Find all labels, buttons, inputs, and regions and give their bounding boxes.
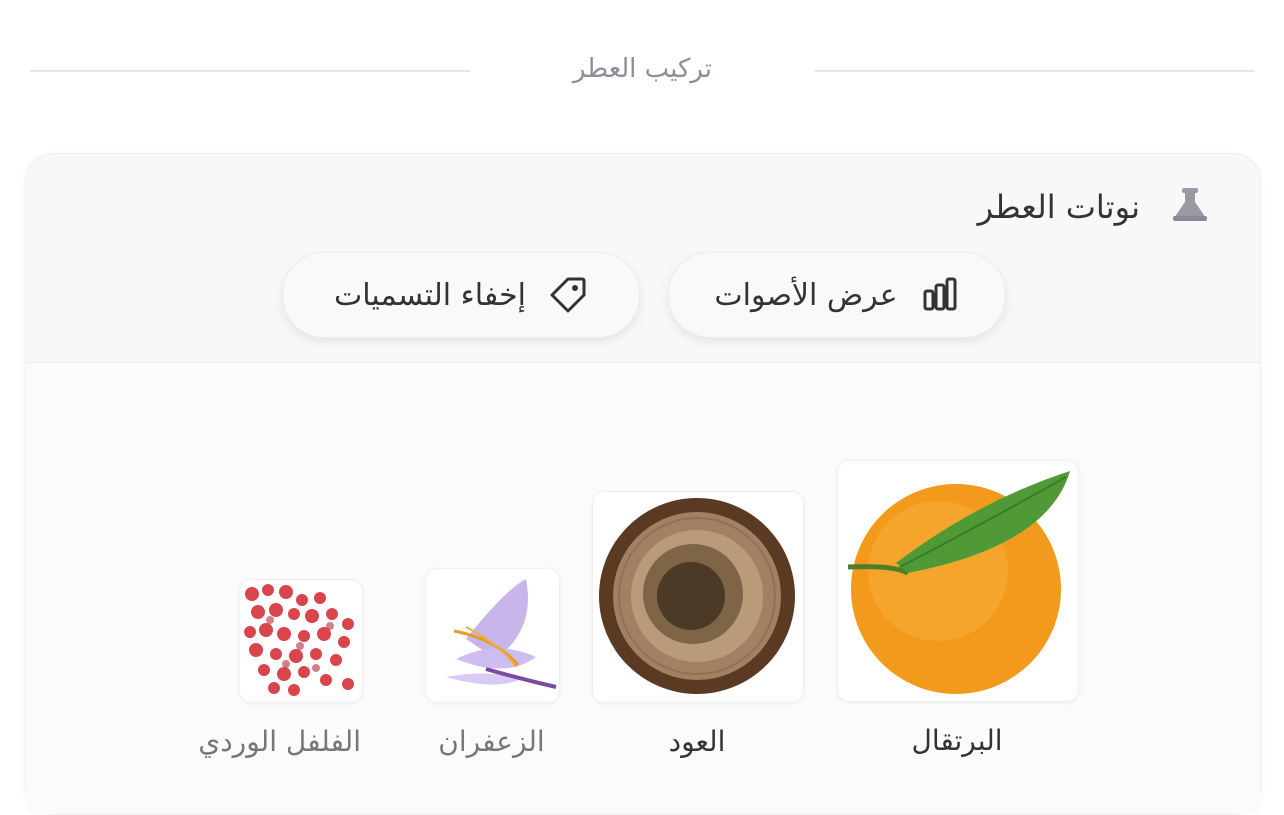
note-item-saffron[interactable]: الزعفران: [425, 568, 560, 758]
notes-card: نوتات العطر عرض الأصوات إخفاء التسميات ا…: [25, 153, 1261, 815]
show-votes-label: عرض الأصوات: [714, 277, 898, 313]
section-header: تركيب العطر: [0, 44, 1284, 98]
notes-list: البرتقال العود الزعفران الفلفل الوردي: [26, 363, 1260, 814]
orange-image: [837, 460, 1079, 702]
header-divider-right: [815, 70, 1255, 72]
hide-labels-label: إخفاء التسميات: [334, 277, 526, 313]
bar-chart-icon: [923, 277, 957, 311]
tag-icon: [550, 277, 586, 313]
oud-wood-image: [592, 491, 804, 703]
note-label-oud: العود: [668, 725, 726, 758]
section-title: تركيب العطر: [573, 54, 712, 84]
note-label-saffron: الزعفران: [438, 725, 545, 758]
note-label-pink-pepper: الفلفل الوردي: [198, 725, 361, 758]
note-item-orange[interactable]: البرتقال: [837, 460, 1079, 757]
note-label-orange: البرتقال: [911, 724, 1003, 757]
flask-icon: [1173, 188, 1207, 221]
saffron-image: [425, 568, 560, 703]
pink-pepper-image: [239, 579, 363, 703]
note-item-oud[interactable]: العود: [592, 491, 804, 758]
hide-labels-button[interactable]: إخفاء التسميات: [282, 252, 640, 338]
card-title: نوتات العطر: [977, 188, 1140, 226]
header-divider-left: [30, 70, 470, 72]
show-votes-button[interactable]: عرض الأصوات: [668, 252, 1006, 338]
note-item-pink-pepper[interactable]: الفلفل الوردي: [198, 579, 363, 758]
